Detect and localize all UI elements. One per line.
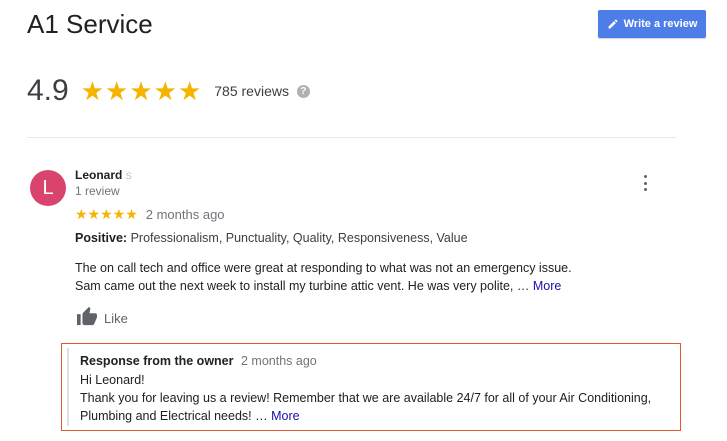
review-text: The on call tech and office were great a… [75,259,675,295]
reviewer-name-suffix: S [125,171,132,181]
more-options-icon[interactable] [640,175,650,191]
business-name: A1 Service [27,9,153,39]
write-review-label: Write a review [623,18,698,30]
owner-response-header: Response from the owner 2 months ago [80,354,317,368]
like-button[interactable]: Like [76,306,128,331]
positive-attributes: Positive: Professionalism, Punctuality, … [75,231,468,245]
owner-text-line: Plumbing and Electrical needs! … [80,409,268,423]
reviewer-name[interactable]: Leonard S [75,168,132,182]
review-stars: ★★★★★ [75,206,138,222]
like-label: Like [104,311,128,326]
review-text-line: Sam came out the next week to install my… [75,279,530,293]
review-rating-row: ★★★★★ 2 months ago [75,206,225,223]
owner-more-link[interactable]: More [271,409,299,423]
positive-values: Professionalism, Punctuality, Quality, R… [130,231,468,245]
owner-greeting: Hi Leonard! [80,373,145,387]
review-more-link[interactable]: More [533,279,561,293]
owner-response-heading: Response from the owner [80,354,234,368]
reviewer-review-count: 1 review [75,184,120,198]
thumbs-up-icon [76,306,98,331]
positive-label: Positive: [75,231,128,245]
divider [27,137,676,138]
review-date: 2 months ago [145,207,225,222]
review-text-line: The on call tech and office were great a… [75,261,572,275]
rating-stars: ★★★★★ [80,76,203,106]
rating-summary: 4.9 ★★★★★ 785 reviews ? [27,76,310,106]
owner-response-text: Hi Leonard! Thank you for leaving us a r… [80,371,676,425]
help-icon[interactable]: ? [296,84,310,98]
write-review-button[interactable]: Write a review [598,10,706,38]
rating-value: 4.9 [27,74,69,107]
reviews-panel: A1 Service Write a review 4.9 ★★★★★ 785 … [0,0,727,441]
reviewer-first-name[interactable]: Leonard [75,168,122,182]
avatar[interactable]: L [30,170,66,206]
owner-text-line: Thank you for leaving us a review! Remem… [80,391,652,405]
pencil-icon [607,18,619,30]
owner-response-date: 2 months ago [240,354,317,368]
review-count: 785 reviews [214,83,289,99]
